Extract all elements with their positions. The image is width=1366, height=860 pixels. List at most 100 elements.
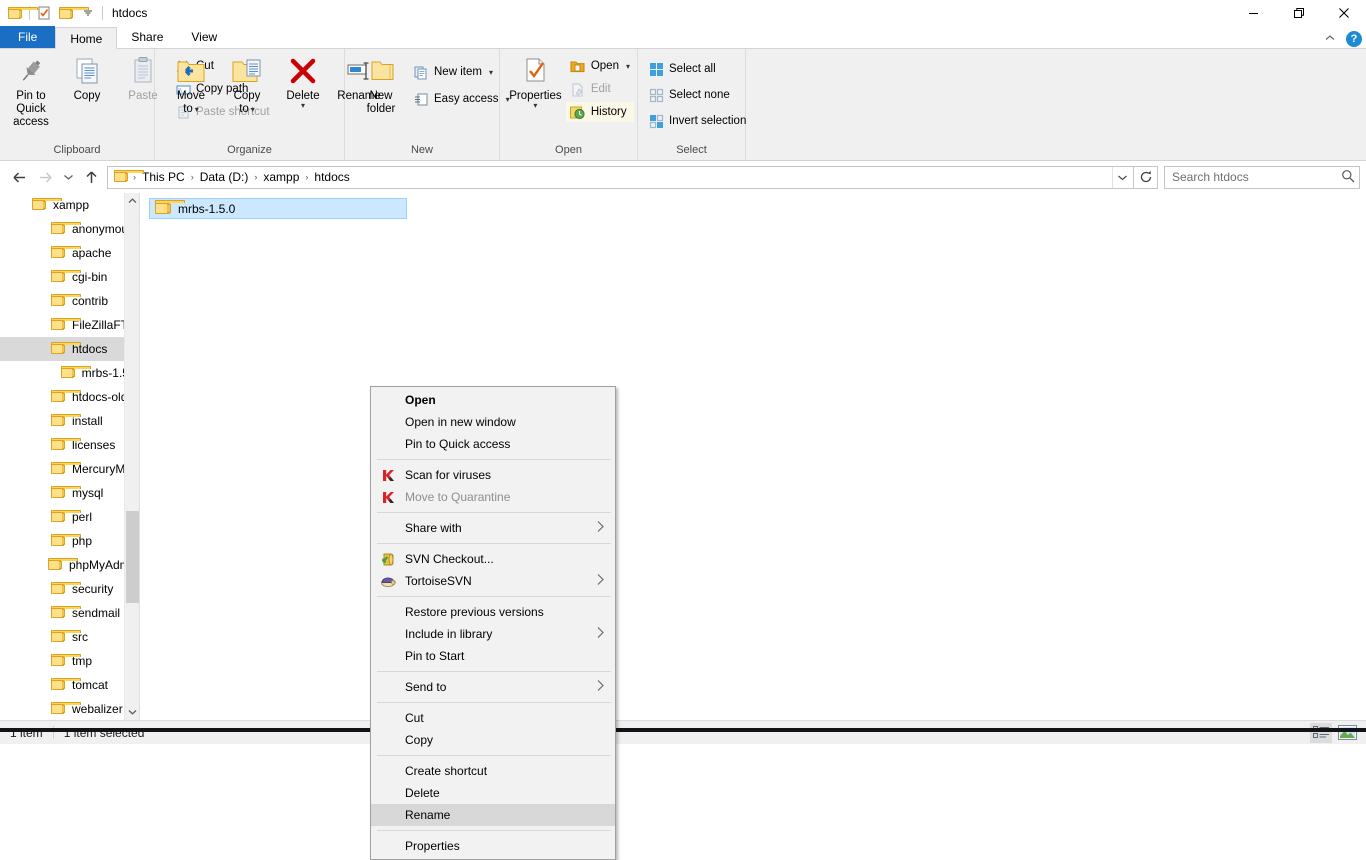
tree-item-phpmyadmin[interactable]: phpMyAdmin bbox=[0, 553, 139, 577]
history-button[interactable]: History bbox=[565, 102, 634, 122]
context-menu-item-open[interactable]: Open bbox=[371, 389, 615, 411]
context-menu-item-tortoisesvn[interactable]: TortoiseSVN bbox=[371, 570, 615, 592]
open-icon bbox=[570, 58, 586, 74]
context-menu-item-scan-for-viruses[interactable]: Scan for viruses bbox=[371, 464, 615, 486]
easy-access-button[interactable]: Easy access ▾ bbox=[409, 89, 514, 109]
search-icon[interactable] bbox=[1341, 169, 1355, 186]
tree-item-filezillaftp[interactable]: FileZillaFTP bbox=[0, 313, 139, 337]
tab-view[interactable]: View bbox=[177, 26, 231, 48]
tree-item-htdocs-old[interactable]: htdocs-old bbox=[0, 385, 139, 409]
context-menu-item-pin-to-start[interactable]: Pin to Start bbox=[371, 645, 615, 667]
nav-scroll-down-icon[interactable] bbox=[125, 704, 139, 720]
nav-scroll-up-icon[interactable] bbox=[125, 193, 139, 209]
context-menu-item-restore-previous-versions[interactable]: Restore previous versions bbox=[371, 601, 615, 623]
tab-share[interactable]: Share bbox=[117, 26, 177, 48]
context-menu-item-include-in-library[interactable]: Include in library bbox=[371, 623, 615, 645]
copy-button[interactable]: Copy bbox=[59, 52, 115, 103]
context-menu[interactable]: Open Open in new window Pin to Quick acces… bbox=[370, 386, 616, 860]
tree-item-install[interactable]: install bbox=[0, 409, 139, 433]
file-item-mrbs[interactable]: mrbs-1.5.0 bbox=[149, 198, 407, 219]
breadcrumb: This PC › Data (D:) › xampp › htdocs bbox=[137, 167, 1112, 188]
pin-to-quick-access-button[interactable]: Pin to Quick access bbox=[3, 52, 59, 129]
select-all-button[interactable]: Select all bbox=[644, 59, 750, 79]
tree-item-webalizer[interactable]: webalizer bbox=[0, 697, 139, 720]
qat-properties-icon[interactable] bbox=[33, 2, 55, 24]
tree-item-perl[interactable]: perl bbox=[0, 505, 139, 529]
collapse-ribbon-icon[interactable] bbox=[1322, 33, 1338, 45]
breadcrumb-item-this-pc[interactable]: This PC bbox=[137, 167, 190, 188]
context-menu-item-delete[interactable]: Delete bbox=[371, 782, 615, 804]
close-button[interactable] bbox=[1321, 0, 1366, 26]
new-item-button[interactable]: New item ▾ bbox=[409, 62, 514, 82]
tree-item-src[interactable]: src bbox=[0, 625, 139, 649]
tab-file[interactable]: File bbox=[0, 26, 56, 48]
tree-item-mysql[interactable]: mysql bbox=[0, 481, 139, 505]
select-none-button[interactable]: Select none bbox=[644, 85, 750, 105]
invert-selection-icon bbox=[648, 113, 664, 129]
breadcrumb-item-xampp[interactable]: xampp bbox=[258, 167, 304, 188]
tree-item-tomcat[interactable]: tomcat bbox=[0, 673, 139, 697]
tab-home[interactable]: Home bbox=[55, 27, 118, 49]
select-small-buttons: Select all Select none Invert selection bbox=[644, 52, 750, 131]
tree-item-xampp[interactable]: xampp bbox=[0, 193, 139, 217]
breadcrumb-item-data-d[interactable]: Data (D:) bbox=[195, 167, 254, 188]
breadcrumb-item-htdocs[interactable]: htdocs bbox=[309, 167, 354, 188]
file-list-pane[interactable]: mrbs-1.5.0 Open Open in new window Pin to … bbox=[140, 193, 1366, 860]
tree-item-apache[interactable]: apache bbox=[0, 241, 139, 265]
refresh-button[interactable] bbox=[1134, 165, 1158, 189]
tree-item-anonymous[interactable]: anonymous bbox=[0, 217, 139, 241]
tree-item-contrib[interactable]: contrib bbox=[0, 289, 139, 313]
folder-icon bbox=[51, 293, 81, 309]
up-button[interactable] bbox=[78, 164, 104, 190]
large-icons-view-icon[interactable] bbox=[1336, 723, 1358, 743]
context-menu-item-svn-checkout[interactable]: SVN Checkout... bbox=[371, 548, 615, 570]
tree-item-security[interactable]: security bbox=[0, 577, 139, 601]
open-button[interactable]: Open ▾ bbox=[566, 56, 634, 76]
context-menu-item-pin-to-quick-access[interactable]: Pin to Quick access bbox=[371, 433, 615, 455]
tree-item-mrbs-1-5-0[interactable]: mrbs-1.5.0 bbox=[0, 361, 139, 385]
context-menu-item-properties[interactable]: Properties bbox=[371, 835, 615, 857]
context-menu-item-copy[interactable]: Copy bbox=[371, 729, 615, 751]
properties-button[interactable]: Properties ▾ bbox=[505, 52, 566, 110]
help-icon[interactable]: ? bbox=[1346, 31, 1362, 47]
context-menu-item-create-shortcut[interactable]: Create shortcut bbox=[371, 760, 615, 782]
ribbon-group-new: New folder New item ▾ Easy access ▾ New bbox=[345, 49, 510, 160]
move-to-button[interactable]: Move to ▾ bbox=[163, 52, 219, 116]
minimize-button[interactable] bbox=[1231, 0, 1276, 26]
menu-icon-placeholder bbox=[377, 806, 399, 824]
context-menu-item-cut[interactable]: Cut bbox=[371, 707, 615, 729]
context-menu-item-open-in-new-window[interactable]: Open in new window bbox=[371, 411, 615, 433]
tree-item-htdocs[interactable]: htdocs bbox=[0, 337, 139, 361]
qat-folder-icon[interactable] bbox=[4, 2, 38, 24]
main-area: xampp anonymous apache cgi-bin contrib FileZi… bbox=[0, 193, 1366, 860]
recent-locations-button[interactable] bbox=[58, 164, 78, 190]
tree-item-mercurymail[interactable]: MercuryMail bbox=[0, 457, 139, 481]
tree-item-php[interactable]: php bbox=[0, 529, 139, 553]
invert-selection-button[interactable]: Invert selection bbox=[644, 111, 750, 131]
maximize-button[interactable] bbox=[1276, 0, 1321, 26]
search-input[interactable]: Search htdocs bbox=[1172, 170, 1341, 184]
details-view-icon[interactable] bbox=[1310, 722, 1332, 743]
qat-customize-caret-icon[interactable] bbox=[77, 2, 99, 24]
qat-new-folder-icon[interactable] bbox=[55, 2, 89, 24]
context-menu-item-rename[interactable]: Rename bbox=[371, 804, 615, 826]
group-label-select: Select bbox=[676, 144, 707, 156]
back-button[interactable] bbox=[6, 164, 32, 190]
forward-button bbox=[32, 164, 58, 190]
address-bar[interactable]: › This PC › Data (D:) › xampp › htdocs bbox=[107, 165, 1134, 189]
context-menu-item-send-to[interactable]: Send to bbox=[371, 676, 615, 698]
nav-scroll-thumb[interactable] bbox=[126, 511, 139, 603]
new-folder-button[interactable]: New folder bbox=[353, 52, 409, 116]
tree-item-cgi-bin[interactable]: cgi-bin bbox=[0, 265, 139, 289]
address-dropdown-icon[interactable] bbox=[1112, 166, 1131, 188]
tree-item-licenses[interactable]: licenses bbox=[0, 433, 139, 457]
tree-item-tmp[interactable]: tmp bbox=[0, 649, 139, 673]
delete-button[interactable]: Delete ▾ bbox=[275, 52, 331, 110]
context-menu-item-share-with[interactable]: Share with bbox=[371, 517, 615, 539]
copy-to-button[interactable]: Copy to ▾ bbox=[219, 52, 275, 116]
search-box[interactable]: Search htdocs bbox=[1164, 165, 1360, 189]
folder-icon bbox=[51, 269, 81, 285]
nav-pane-scrollbar[interactable] bbox=[124, 193, 139, 720]
submenu-arrow-icon bbox=[596, 520, 605, 536]
tree-item-sendmail[interactable]: sendmail bbox=[0, 601, 139, 625]
